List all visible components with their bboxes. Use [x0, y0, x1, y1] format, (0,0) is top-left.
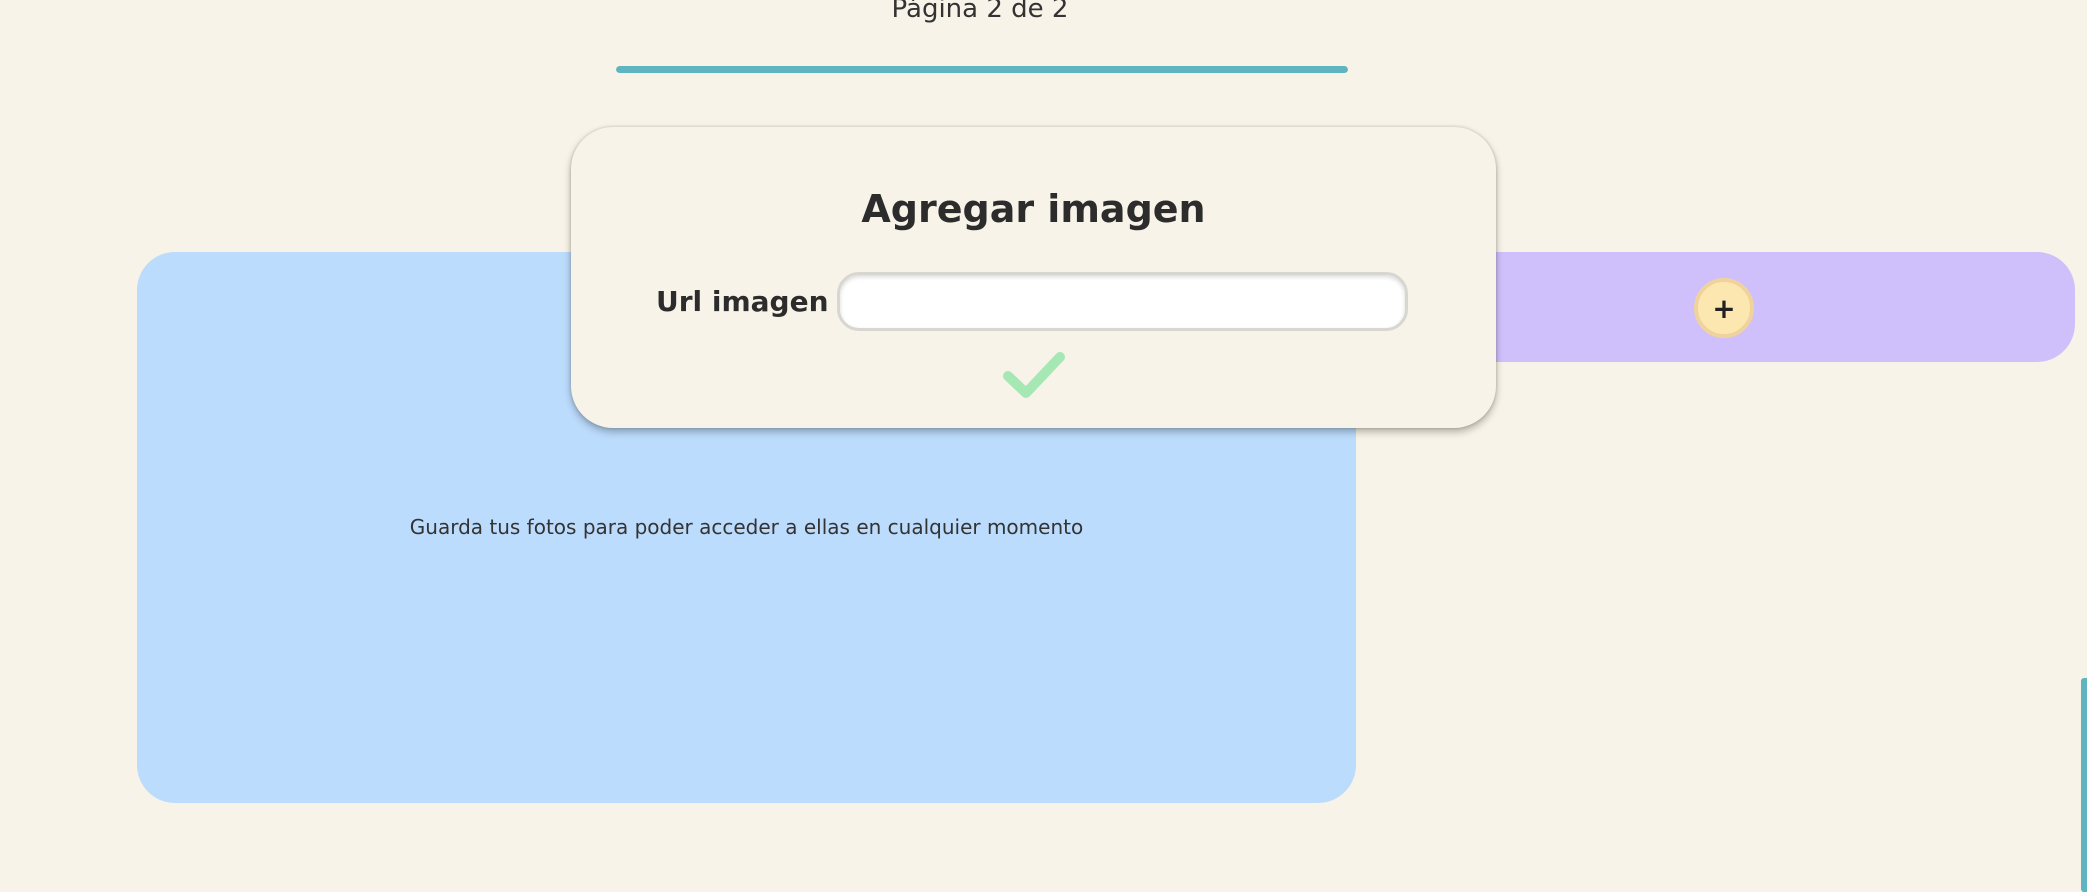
modal-title: Agregar imagen — [861, 187, 1206, 231]
confirm-button[interactable] — [1003, 350, 1065, 400]
url-field-label: Url imagen — [656, 285, 829, 318]
page-indicator: Página 2 de 2 — [891, 0, 1069, 24]
add-image-strip — [1470, 252, 2075, 362]
album-empty-message: Guarda tus fotos para poder acceder a el… — [409, 515, 1084, 539]
scrollbar-thumb[interactable] — [2081, 678, 2087, 892]
url-image-input[interactable] — [837, 272, 1408, 331]
checkmark-icon — [1003, 352, 1065, 398]
page-progress-fill — [616, 66, 1348, 73]
page-progress-bar — [616, 66, 1348, 73]
add-image-modal: Agregar imagen Url imagen — [571, 127, 1496, 428]
add-image-button[interactable]: + — [1694, 278, 1754, 338]
